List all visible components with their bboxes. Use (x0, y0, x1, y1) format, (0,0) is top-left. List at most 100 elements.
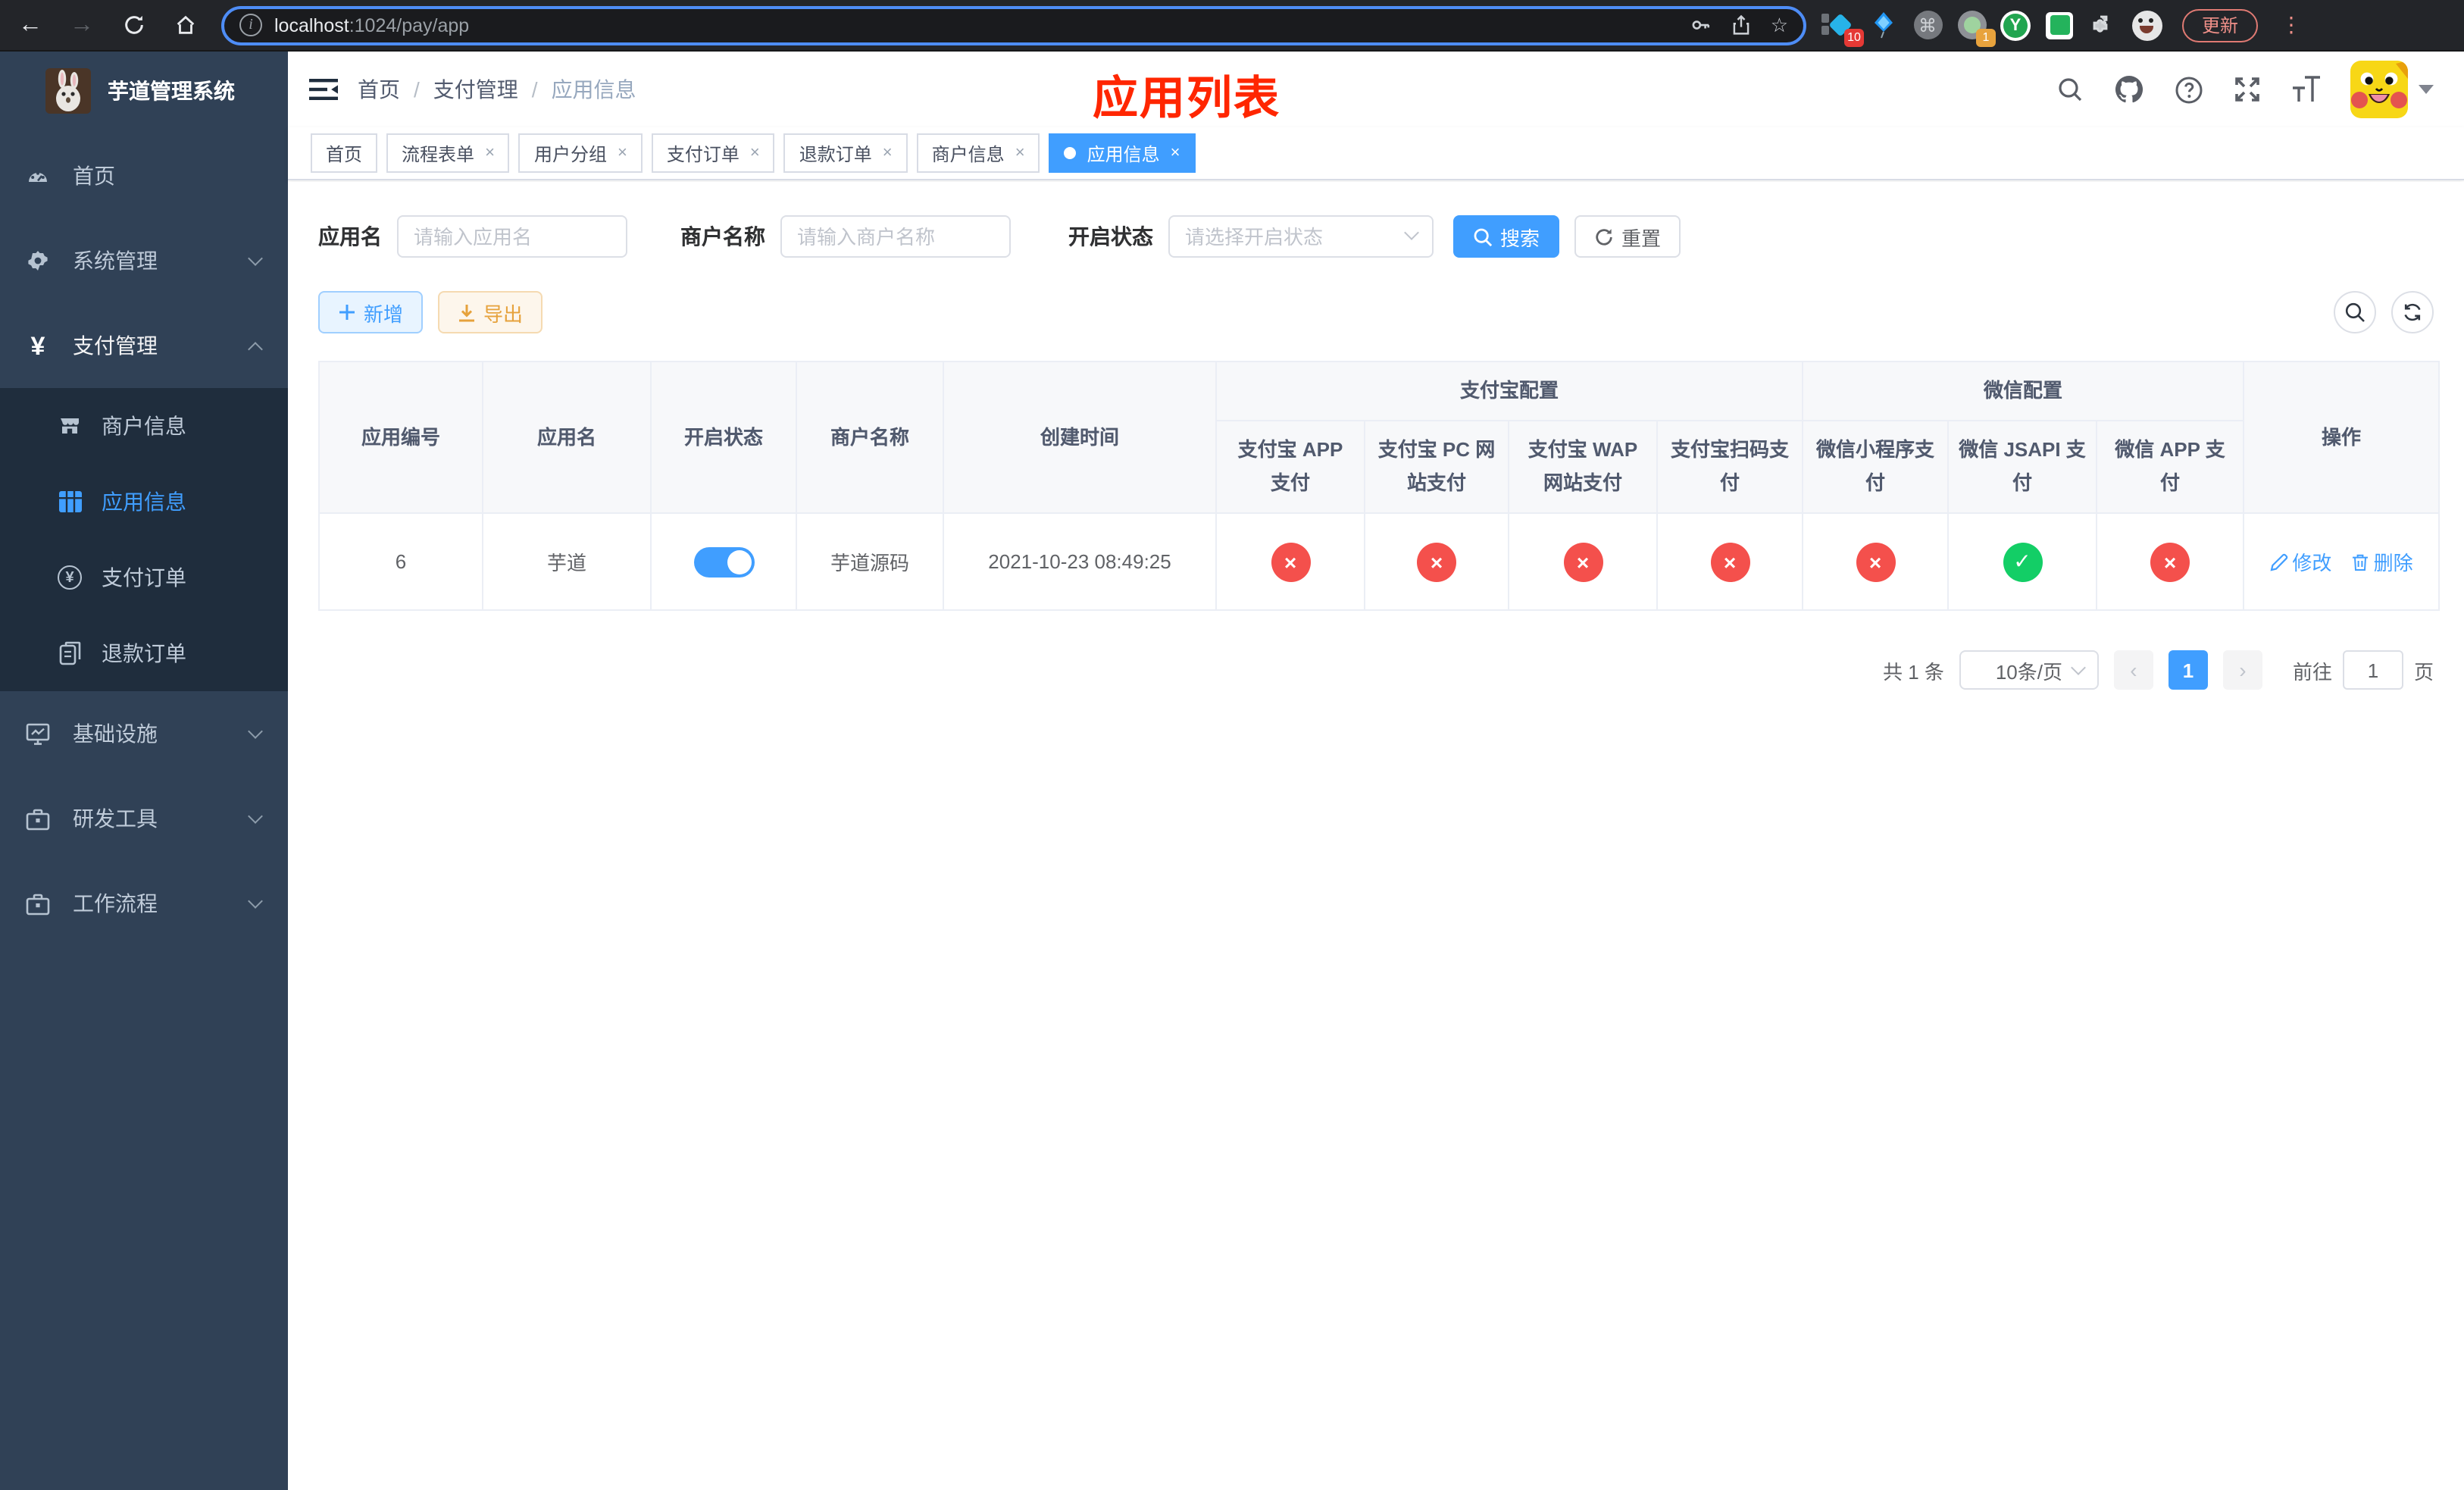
extensions-puzzle-icon[interactable] (2088, 10, 2118, 40)
browser-reload-button[interactable] (112, 4, 155, 46)
app-title: 芋道管理系统 (108, 79, 235, 103)
refresh-table-button[interactable] (2391, 291, 2434, 333)
tab-user-group[interactable]: 用户分组 × (518, 133, 643, 173)
add-button-label: 新增 (364, 302, 404, 325)
user-avatar-menu[interactable] (2350, 61, 2434, 118)
tab-app-info[interactable]: 应用信息 × (1049, 133, 1196, 173)
add-button[interactable]: 新增 (318, 291, 424, 333)
page-annotation-title: 应用列表 (1093, 74, 1280, 124)
column-header-wx-lite: 微信小程序支付 (1802, 420, 1950, 514)
enable-status-select-input[interactable] (1168, 215, 1434, 258)
search-button[interactable]: 搜索 (1453, 215, 1560, 258)
chevron-down-icon (248, 809, 263, 824)
delete-link-label: 删除 (2373, 552, 2413, 574)
extension-kite-icon[interactable] (1868, 10, 1899, 40)
breadcrumb-item[interactable]: 支付管理 (433, 74, 518, 105)
command-glyph: ⌘ (1913, 11, 1942, 39)
enabled-switch[interactable] (693, 546, 754, 577)
site-info-icon[interactable]: i (239, 14, 262, 36)
sidebar-item-payment[interactable]: ¥ 支付管理 (0, 303, 288, 388)
browser-home-button[interactable] (164, 4, 206, 46)
address-bar[interactable]: i localhost:1024/pay/app ☆ (221, 5, 1806, 45)
prev-page-button[interactable]: ‹ (2113, 650, 2153, 690)
tab-home[interactable]: 首页 (311, 133, 378, 173)
sidebar-item-label: 研发工具 (73, 806, 158, 831)
extension-command-icon[interactable]: ⌘ (1912, 10, 1943, 40)
filter-form: 应用名 商户名称 开启状态 搜索 重置 (318, 215, 2434, 258)
edit-link[interactable]: 修改 (2269, 547, 2331, 576)
chevron-up-icon (248, 341, 263, 356)
screen: ← → i localhost:1024/pay/app ☆ 10 ⌘ 1 Y… (0, 0, 2464, 1490)
tab-close-icon[interactable]: × (750, 144, 760, 161)
browser-menu-icon[interactable]: ⋮ (2281, 12, 2302, 38)
tab-label: 首页 (326, 143, 363, 164)
export-button[interactable]: 导出 (438, 291, 543, 333)
toggle-search-button[interactable] (2334, 291, 2376, 333)
browser-forward-button[interactable]: → (61, 4, 103, 46)
extension-y-icon[interactable]: Y (2000, 10, 2031, 40)
goto-page-input[interactable] (2342, 650, 2403, 690)
password-key-icon[interactable] (1690, 14, 1713, 36)
tab-close-icon[interactable]: × (1015, 144, 1025, 161)
next-page-button[interactable]: › (2222, 650, 2262, 690)
fullscreen-icon[interactable] (2232, 74, 2262, 105)
tab-process-form[interactable]: 流程表单 × (386, 133, 510, 173)
tab-close-icon[interactable]: × (618, 144, 627, 161)
reset-button[interactable]: 重置 (1574, 215, 1681, 258)
enable-status-select[interactable] (1168, 215, 1434, 258)
sidebar-item-label: 首页 (73, 164, 115, 188)
app-logo[interactable]: 芋道管理系统 (0, 52, 288, 130)
tab-pay-orders[interactable]: 支付订单 × (651, 133, 775, 173)
sidebar-item-refund-orders[interactable]: 退款订单 (0, 615, 288, 691)
app-name-input[interactable] (397, 215, 627, 258)
browser-profile-avatar[interactable] (2132, 10, 2162, 40)
delete-link[interactable]: 删除 (2353, 547, 2413, 576)
browser-update-button[interactable]: 更新 (2182, 8, 2259, 42)
plus-icon (339, 305, 355, 320)
sidebar-item-infrastructure[interactable]: 基础设施 (0, 691, 288, 776)
sidebar-fold-button[interactable] (306, 73, 339, 106)
github-icon[interactable] (2114, 74, 2144, 105)
tab-refund-orders[interactable]: 退款订单 × (783, 133, 908, 173)
sidebar-item-merchant-info[interactable]: 商户信息 (0, 388, 288, 464)
tab-merchant-info[interactable]: 商户信息 × (916, 133, 1040, 173)
reload-icon (124, 15, 142, 34)
merchant-name-input[interactable] (780, 215, 1011, 258)
font-size-icon[interactable] (2291, 74, 2322, 105)
cell-app-name: 芋道 (482, 512, 652, 611)
tab-close-icon[interactable]: × (1171, 144, 1180, 161)
page-size-select[interactable]: 10条/页 (1959, 650, 2099, 690)
extension-chat-icon[interactable] (2044, 10, 2075, 40)
help-icon[interactable] (2173, 74, 2203, 105)
status-icon: × (1563, 542, 1603, 581)
sidebar: 芋道管理系统 首页 系统管理 ¥ 支付管理 商户信息 应用信息 ¥ 支付订单 退… (0, 52, 288, 1490)
sidebar-item-system[interactable]: 系统管理 (0, 218, 288, 303)
column-group-alipay: 支付宝配置 (1215, 361, 1804, 421)
sidebar-item-workflow[interactable]: 工作流程 (0, 861, 288, 946)
share-icon[interactable] (1731, 14, 1753, 36)
breadcrumb-item-current: 应用信息 (551, 77, 636, 102)
extension-recorder-icon[interactable]: 1 (1956, 10, 1996, 46)
breadcrumb-item[interactable]: 首页 (358, 74, 400, 105)
breadcrumb-separator: / (414, 77, 420, 102)
bookmark-star-icon[interactable]: ☆ (1771, 13, 1788, 37)
column-header-wx-app: 微信 APP 支付 (2096, 420, 2245, 514)
page-number-current[interactable]: 1 (2168, 650, 2208, 690)
merchant-name-label: 商户名称 (680, 224, 765, 249)
browser-back-button[interactable]: ← (9, 4, 52, 46)
search-icon[interactable] (2055, 74, 2085, 105)
sidebar-item-dev-tools[interactable]: 研发工具 (0, 776, 288, 861)
extension-pin-icon[interactable]: 10 (1821, 10, 1864, 46)
column-group-wechat: 微信配置 (1802, 361, 2245, 421)
cell-created: 2021-10-23 08:49:25 (943, 512, 1217, 611)
cell-app-id: 6 (318, 512, 483, 611)
sidebar-item-home[interactable]: 首页 (0, 133, 288, 218)
cell-merchant: 芋道源码 (796, 512, 944, 611)
tab-label: 支付订单 (666, 143, 740, 164)
sidebar-item-label: 商户信息 (102, 414, 186, 438)
search-button-label: 搜索 (1500, 227, 1540, 249)
tab-close-icon[interactable]: × (485, 144, 495, 161)
sidebar-item-pay-orders[interactable]: ¥ 支付订单 (0, 540, 288, 615)
tab-close-icon[interactable]: × (883, 144, 893, 161)
sidebar-item-app-info[interactable]: 应用信息 (0, 464, 288, 540)
